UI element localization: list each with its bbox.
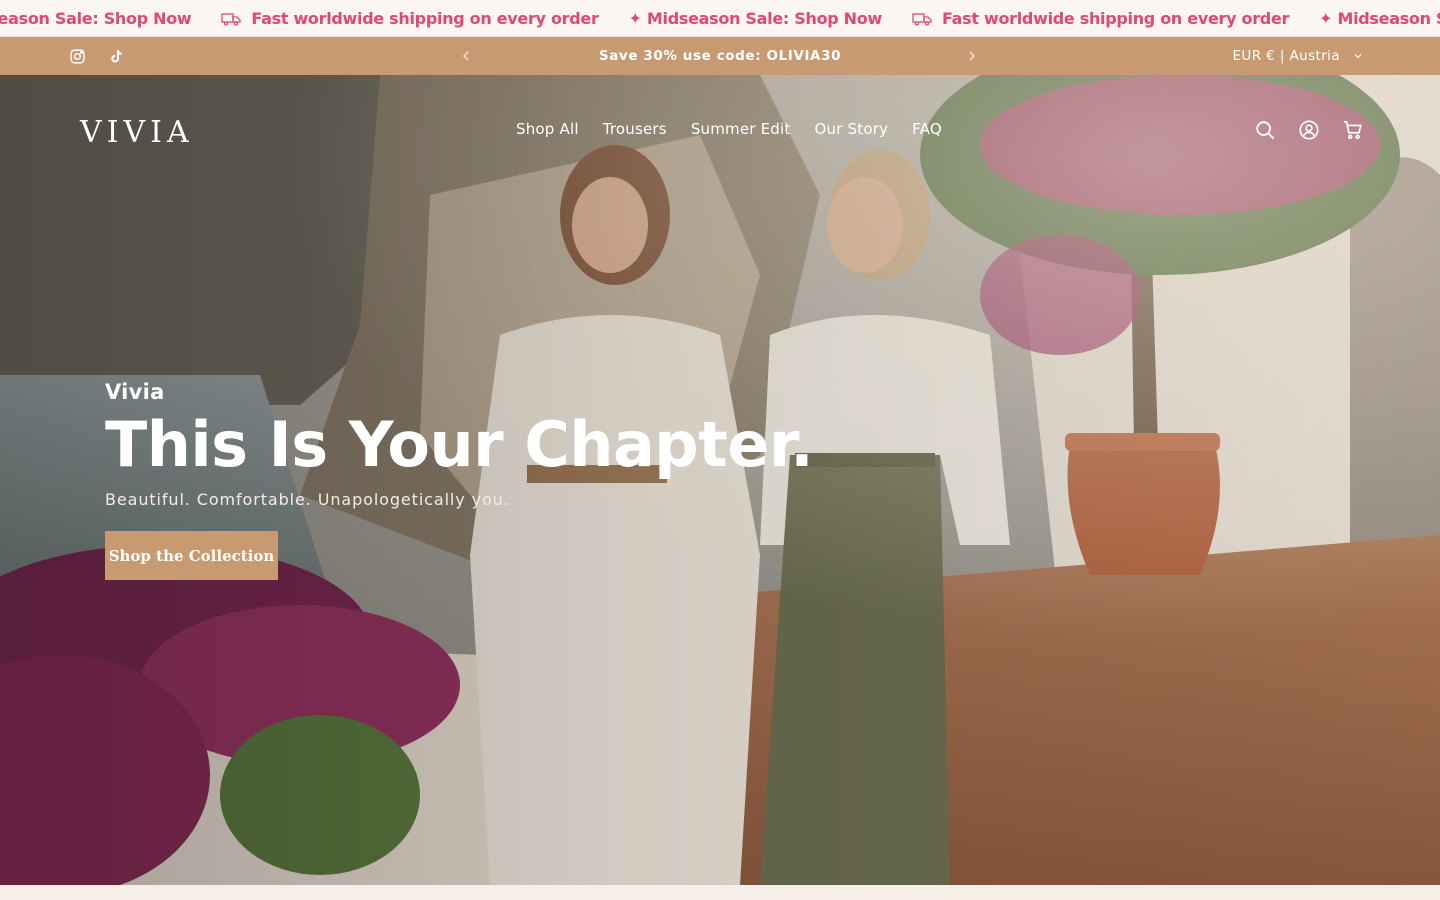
nav-faq[interactable]: FAQ — [912, 120, 942, 138]
nav-trousers[interactable]: Trousers — [603, 120, 667, 138]
nav-our-story[interactable]: Our Story — [814, 120, 888, 138]
instagram-icon[interactable] — [67, 46, 87, 66]
shop-collection-button[interactable]: Shop the Collection — [105, 531, 278, 580]
marquee-item-label: Fast worldwide shipping on every order — [251, 9, 599, 28]
marquee-item[interactable]: ✦ Midseason Sale: Shop Now — [0, 9, 192, 28]
marquee-item[interactable]: Fast worldwide shipping on every order — [912, 9, 1289, 28]
marquee-item-label: ✦ Midseason Sale: Shop Now — [0, 9, 192, 28]
currency-label: EUR € | Austria — [1232, 48, 1340, 64]
logo[interactable]: VIVIA — [80, 115, 194, 150]
currency-selector[interactable]: EUR € | Austria — [1233, 37, 1363, 75]
marquee-track: ✦ Midseason Sale: Shop Now Fast worldwid… — [0, 0, 1440, 36]
marquee-item-label: ✦ Midseason Sale: Shop Now — [628, 9, 883, 28]
cart-icon[interactable] — [1342, 119, 1364, 141]
hero-subheading: Beautiful. Comfortable. Unapologetically… — [105, 490, 510, 509]
hero-headline: This Is Your Chapter. — [105, 408, 814, 481]
hero-content: Vivia This Is Your Chapter. Beautiful. C… — [105, 380, 814, 580]
chevron-down-icon — [1354, 54, 1362, 59]
nav-shop-all[interactable]: Shop All — [516, 120, 579, 138]
search-icon[interactable] — [1254, 119, 1276, 141]
main-nav: Shop All Trousers Summer Edit Our Story … — [516, 120, 942, 138]
truck-icon — [221, 12, 242, 26]
nav-summer-edit[interactable]: Summer Edit — [691, 120, 791, 138]
tiktok-icon[interactable] — [105, 46, 125, 66]
marquee-bar: ✦ Midseason Sale: Shop Now Fast worldwid… — [0, 0, 1440, 37]
announcement-text: Save 30% use code: OLIVIA30 — [598, 48, 842, 64]
marquee-item[interactable]: ✦ Midseason Sale: Shop Now — [1319, 9, 1440, 28]
page-bottom-strip — [0, 885, 1440, 900]
header-icons — [1254, 119, 1364, 141]
chevron-left-icon[interactable] — [456, 46, 476, 66]
chevron-right-icon[interactable] — [962, 46, 982, 66]
marquee-item-label: Fast worldwide shipping on every order — [941, 9, 1290, 28]
marquee-item[interactable]: ✦ Midseason Sale: Shop Now — [628, 9, 883, 28]
hero-eyebrow: Vivia — [105, 380, 165, 404]
truck-icon — [912, 12, 932, 26]
account-icon[interactable] — [1298, 119, 1320, 141]
hero-section: VIVIA Shop All Trousers Summer Edit Our … — [0, 75, 1440, 885]
marquee-item-label: ✦ Midseason Sale: Shop Now — [1319, 9, 1440, 28]
marquee-item[interactable]: Fast worldwide shipping on every order — [221, 9, 599, 28]
announcement-bar: Save 30% use code: OLIVIA30 EUR € | Aust… — [0, 37, 1440, 75]
